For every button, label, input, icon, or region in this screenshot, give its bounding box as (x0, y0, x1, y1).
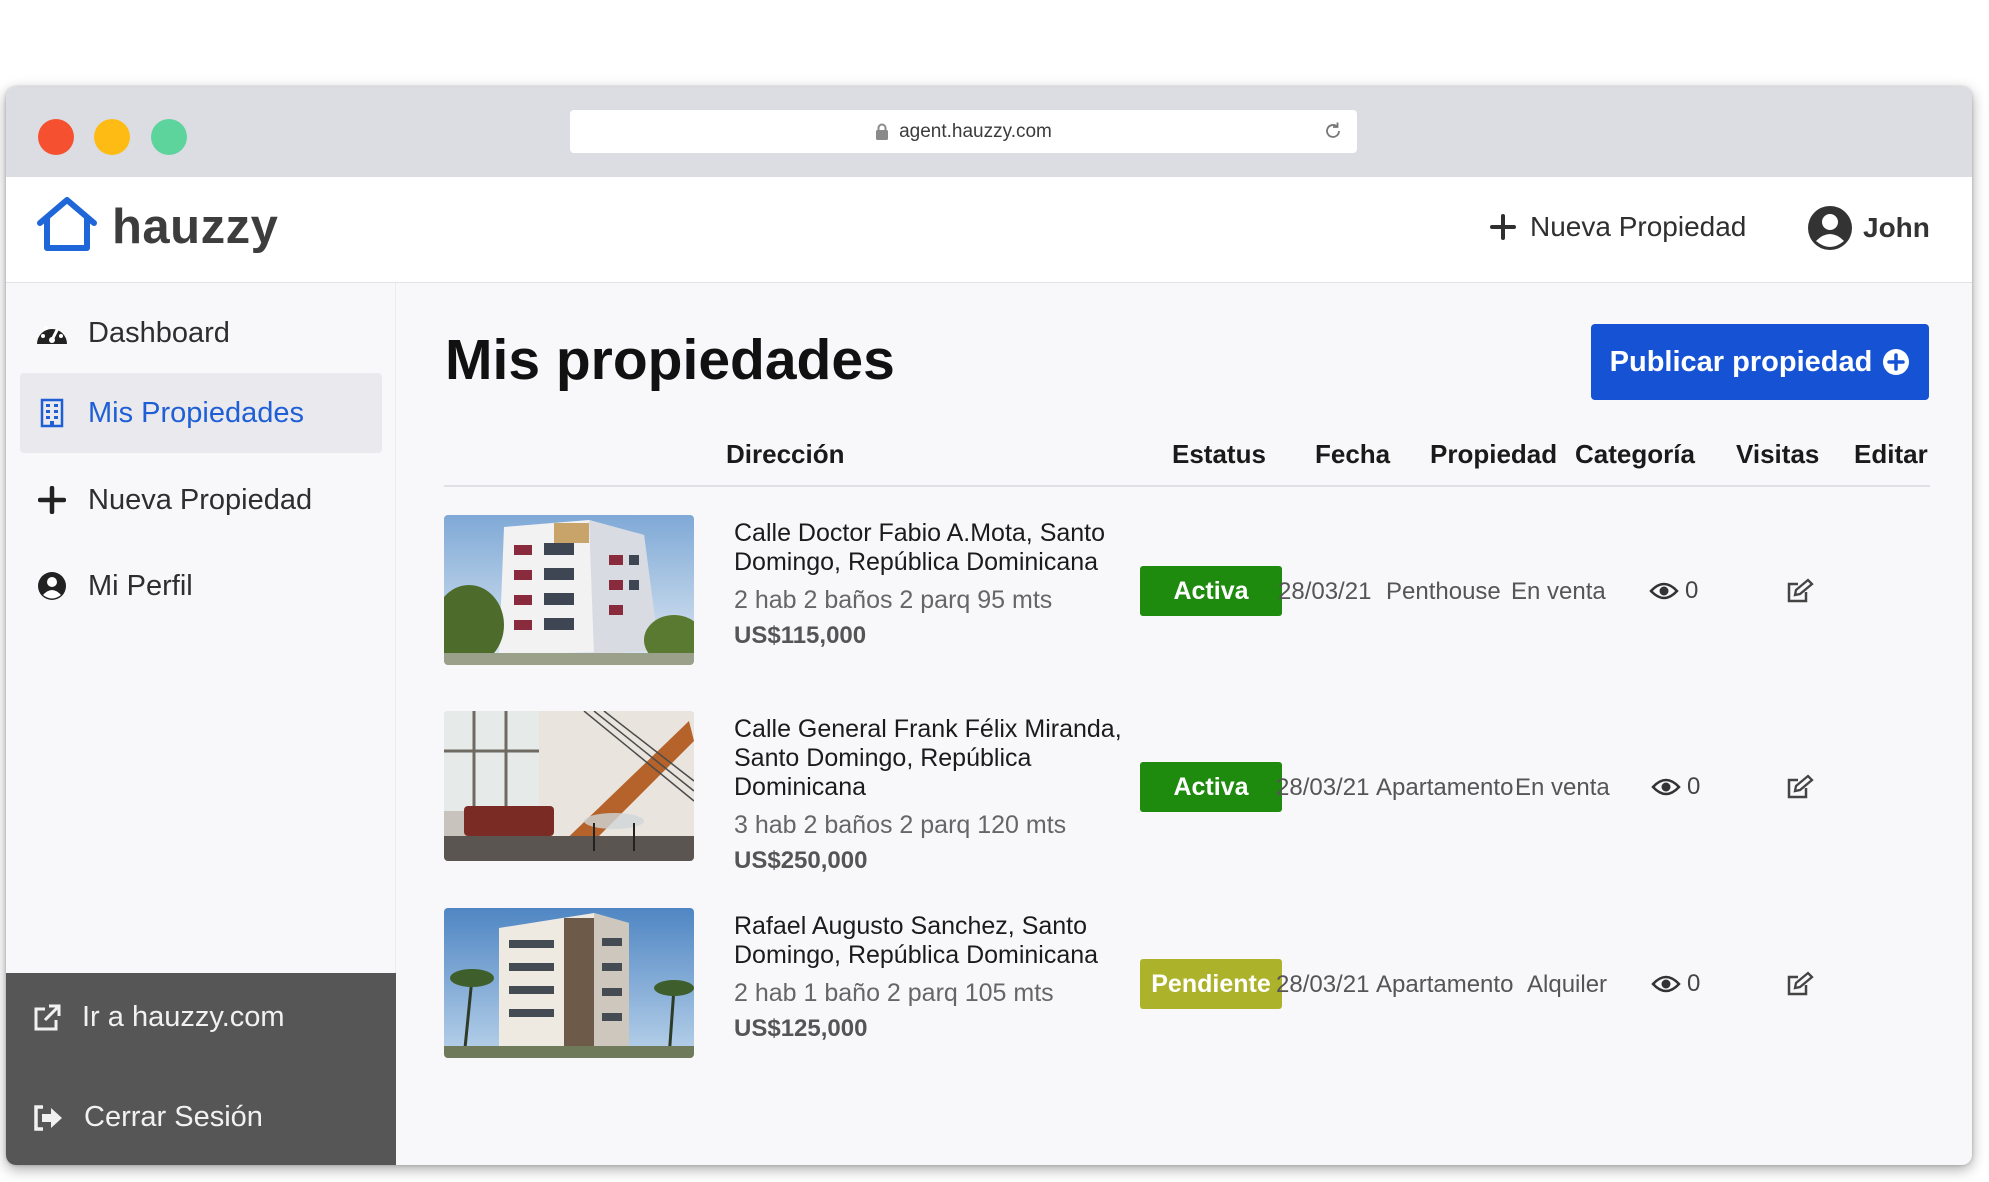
sidebar-item-nueva-propiedad[interactable]: Nueva Propiedad (20, 460, 382, 540)
sidebar-item-mis-propiedades[interactable]: Mis Propiedades (20, 373, 382, 453)
status-badge: Activa (1140, 566, 1282, 616)
property-price: US$125,000 (734, 1015, 868, 1042)
publish-property-button[interactable]: Publicar propiedad (1591, 324, 1929, 400)
sidebar-item-dashboard[interactable]: Dashboard (20, 293, 382, 373)
app-header: hauzzy Nueva Propiedad John (6, 177, 1972, 283)
gauge-icon (34, 318, 70, 348)
browser-toolbar: agent.hauzzy.com (6, 87, 1972, 177)
logout-label: Cerrar Sesión (84, 1101, 263, 1133)
date-cell: 28/03/21 (1276, 774, 1370, 801)
column-header-editar[interactable]: Editar (1854, 439, 1928, 470)
property-address: Rafael Augusto Sanchez, Santo Domingo, R… (734, 912, 1134, 1043)
visits-count: 0 (1685, 577, 1699, 604)
visits-cell: 0 (1651, 970, 1700, 998)
maximize-window-button[interactable] (151, 119, 187, 155)
sidebar-footer: Ir a hauzzy.com Cerrar Sesión (6, 973, 396, 1165)
property-photo[interactable] (444, 908, 694, 1058)
brand-logo[interactable]: hauzzy (34, 195, 278, 258)
column-header-visitas[interactable]: Visitas (1736, 439, 1819, 470)
property-photo[interactable] (444, 711, 694, 861)
date-cell: 28/03/21 (1278, 578, 1372, 605)
user-menu[interactable]: John (1807, 205, 1930, 251)
sign-out-icon (32, 1104, 64, 1132)
property-photo[interactable] (444, 515, 694, 665)
eye-icon (1651, 974, 1681, 994)
property-specs: 3 hab 2 baños 2 parq 120 mts (734, 811, 1067, 839)
table-header: Dirección Estatus Fecha Propiedad Catego… (444, 429, 1930, 487)
column-header-estatus[interactable]: Estatus (1172, 439, 1266, 470)
property-type-cell: Penthouse (1386, 578, 1501, 605)
sidebar-item-label: Nueva Propiedad (88, 483, 313, 516)
property-type-cell: Apartamento (1376, 971, 1514, 998)
property-address: Calle Doctor Fabio A.Mota, Santo Domingo… (734, 519, 1134, 650)
building-icon (34, 398, 70, 428)
category-cell: Alquiler (1527, 971, 1608, 998)
close-window-button[interactable] (38, 119, 74, 155)
go-to-hauzzy-link[interactable]: Ir a hauzzy.com (32, 1001, 285, 1034)
column-header-propiedad[interactable]: Propiedad (1430, 439, 1557, 470)
reload-icon[interactable] (1323, 121, 1343, 141)
column-header-fecha[interactable]: Fecha (1315, 439, 1390, 470)
user-name: John (1863, 212, 1930, 243)
address-bar[interactable]: agent.hauzzy.com (570, 110, 1357, 153)
date-cell: 28/03/21 (1276, 971, 1370, 998)
plus-circle-icon (1882, 348, 1910, 376)
address-text: Calle Doctor Fabio A.Mota, Santo Domingo… (734, 519, 1106, 576)
visits-count: 0 (1687, 773, 1701, 800)
logout-button[interactable]: Cerrar Sesión (32, 1101, 263, 1134)
user-circle-icon (34, 571, 70, 601)
column-header-categoria[interactable]: Categoría (1575, 439, 1695, 470)
header-new-property-button[interactable]: Nueva Propiedad (1490, 211, 1746, 243)
edit-icon[interactable] (1786, 578, 1814, 604)
go-to-hauzzy-label: Ir a hauzzy.com (82, 1001, 285, 1033)
property-specs: 2 hab 1 baño 2 parq 105 mts (734, 979, 1054, 1007)
visits-count: 0 (1687, 970, 1701, 997)
eye-icon (1649, 581, 1679, 601)
main-content: Mis propiedades Publicar propiedad Direc… (396, 283, 1972, 1165)
url-text: agent.hauzzy.com (899, 120, 1052, 142)
status-badge: Pendiente (1140, 959, 1282, 1009)
status-badge: Activa (1140, 762, 1282, 812)
user-avatar-icon (1807, 205, 1853, 251)
browser-window: agent.hauzzy.com hauzzy Nueva Propiedad … (6, 87, 1972, 1165)
brand-name: hauzzy (112, 199, 279, 254)
house-logo-icon (34, 195, 100, 258)
header-new-property-label: Nueva Propiedad (1530, 211, 1747, 242)
column-header-direccion[interactable]: Dirección (726, 439, 845, 470)
sidebar: Dashboard Mis Propiedades Nueva Propieda… (6, 283, 396, 1165)
sidebar-item-label: Mis Propiedades (88, 396, 304, 429)
property-price: US$115,000 (734, 622, 867, 649)
property-type-cell: Apartamento (1376, 774, 1514, 801)
sidebar-item-label: Dashboard (88, 316, 230, 349)
property-price: US$250,000 (734, 847, 868, 874)
edit-icon[interactable] (1786, 774, 1814, 800)
page-title: Mis propiedades (445, 328, 895, 392)
property-address: Calle General Frank Félix Miranda, Santo… (734, 715, 1134, 875)
external-link-icon (32, 1003, 62, 1033)
table-row[interactable]: Calle Doctor Fabio A.Mota, Santo Domingo… (444, 505, 1930, 665)
lock-icon (875, 123, 889, 141)
edit-icon[interactable] (1786, 971, 1814, 997)
category-cell: En venta (1511, 578, 1606, 605)
minimize-window-button[interactable] (94, 119, 130, 155)
category-cell: En venta (1515, 774, 1610, 801)
eye-icon (1651, 777, 1681, 797)
sidebar-item-mi-perfil[interactable]: Mi Perfil (20, 546, 382, 626)
property-specs: 2 hab 2 baños 2 parq 95 mts (734, 586, 1053, 614)
sidebar-item-label: Mi Perfil (88, 569, 193, 602)
plus-icon (34, 486, 70, 514)
address-text: Rafael Augusto Sanchez, Santo Domingo, R… (734, 912, 1099, 969)
publish-property-label: Publicar propiedad (1609, 345, 1873, 378)
table-row[interactable]: Rafael Augusto Sanchez, Santo Domingo, R… (444, 898, 1930, 1058)
table-row[interactable]: Calle General Frank Félix Miranda, Santo… (444, 701, 1930, 874)
visits-cell: 0 (1651, 773, 1700, 801)
plus-icon (1490, 214, 1516, 240)
visits-cell: 0 (1649, 577, 1698, 605)
address-text: Calle General Frank Félix Miranda, Santo… (734, 715, 1122, 801)
